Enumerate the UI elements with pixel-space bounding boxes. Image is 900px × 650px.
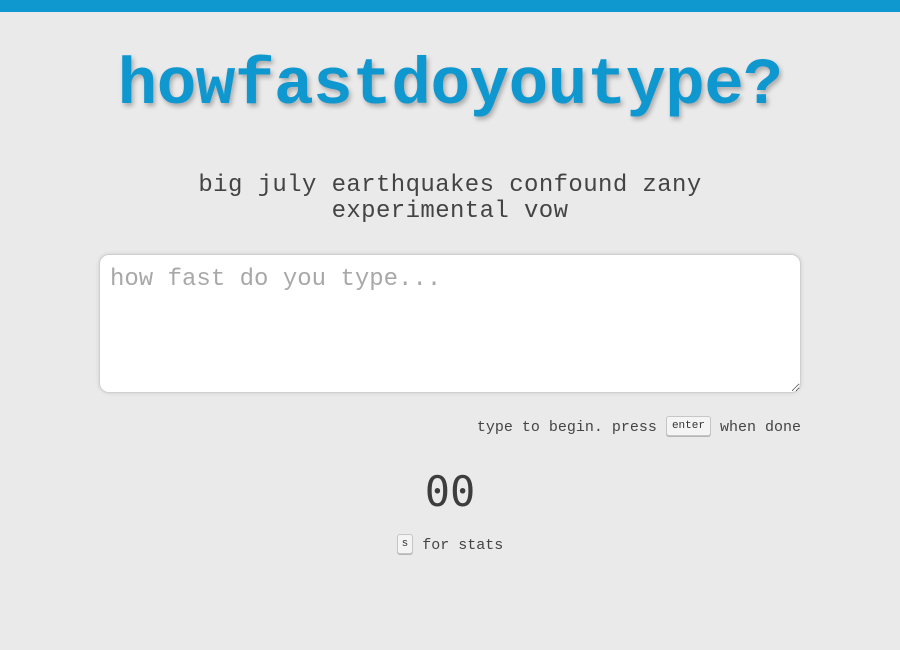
app-title: howfastdoyoutype? (117, 48, 783, 123)
timer-display: 00 (424, 467, 476, 516)
stats-hint: s for stats (0, 534, 900, 557)
typing-area (99, 254, 801, 393)
enter-key-badge: enter (665, 416, 711, 437)
stats-hint-text: for stats (422, 537, 504, 554)
typing-prompt: big july earthquakes confound zany exper… (198, 172, 702, 225)
top-accent-bar (0, 0, 900, 12)
instruction-hint: type to begin. press enter when done (476, 416, 801, 439)
hint-text-after: when done (719, 419, 801, 436)
hint-text-before: type to begin. press (476, 419, 657, 436)
typing-input[interactable] (99, 254, 801, 393)
stats-key-badge[interactable]: s (396, 534, 414, 555)
